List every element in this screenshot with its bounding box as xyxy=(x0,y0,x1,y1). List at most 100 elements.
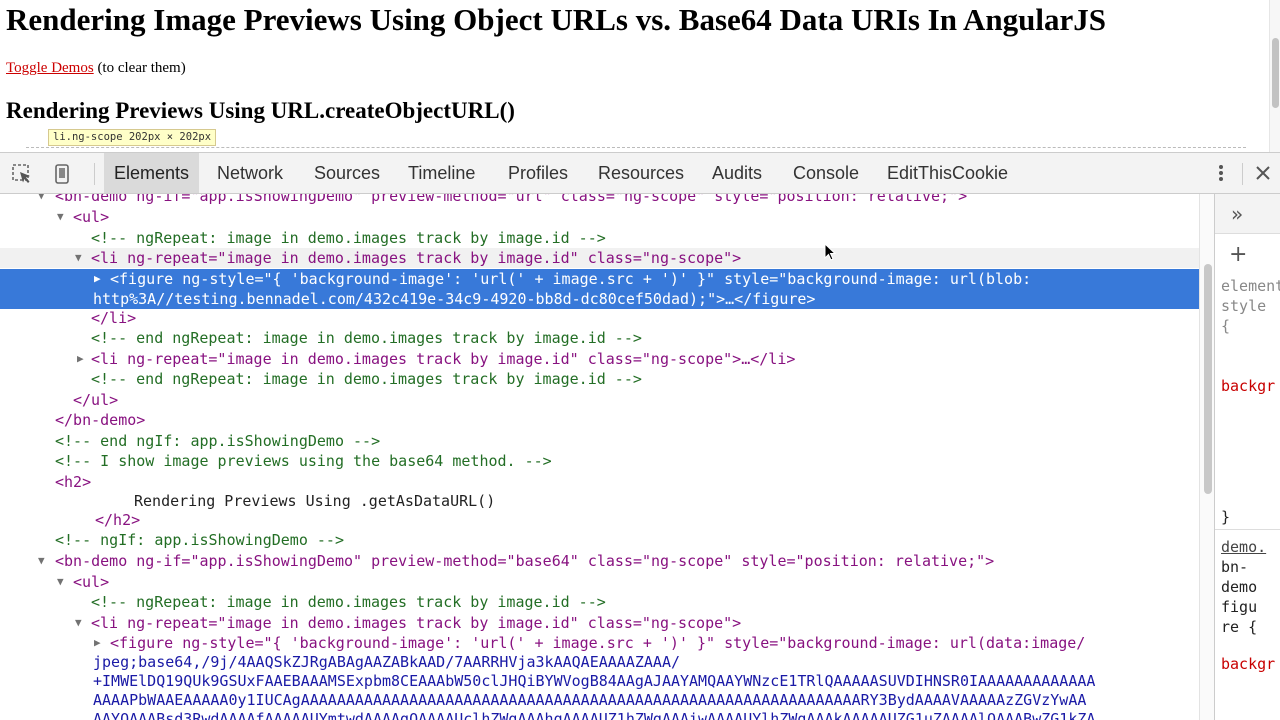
tab-console[interactable]: Console xyxy=(783,153,869,193)
tree-comment: <!-- ngIf: app.isShowingDemo --> xyxy=(55,531,344,549)
tree-attr-value: +IMWElDQ19QUk9GSUxFAAEBAAAMSExpbm8CEAAAb… xyxy=(93,672,1096,690)
tree-row[interactable]: ▼ <ul> xyxy=(0,572,1199,592)
tree-comment: <!-- ngRepeat: image in demo.images trac… xyxy=(91,229,606,247)
tree-node-text: http%3A//testing.bennadel.com/432c419e-3… xyxy=(93,290,816,308)
tree-node-text: <bn-demo ng-if="app.isShowingDemo" previ… xyxy=(55,194,968,205)
style-rule-source-link[interactable]: demo. xyxy=(1221,537,1266,557)
style-rule-selector: element. xyxy=(1221,277,1280,295)
collapse-triangle-icon[interactable]: ▼ xyxy=(38,194,45,206)
tree-row[interactable]: ▼ <bn-demo ng-if="app.isShowingDemo" pre… xyxy=(0,194,1199,206)
tab-resources[interactable]: Resources xyxy=(588,153,694,193)
tab-audits[interactable]: Audits xyxy=(702,153,772,193)
tree-row[interactable]: <!-- ngIf: app.isShowingDemo --> xyxy=(0,530,1199,550)
tree-row[interactable]: </ul> xyxy=(0,390,1199,410)
tree-row[interactable]: ▼ <bn-demo ng-if="app.isShowingDemo" pre… xyxy=(0,551,1199,571)
elements-tree: ▼ <bn-demo ng-if="app.isShowingDemo" pre… xyxy=(0,194,1199,720)
tree-node-text: <li ng-repeat="image in demo.images trac… xyxy=(91,249,742,267)
collapse-triangle-icon[interactable]: ▼ xyxy=(57,207,64,227)
collapse-triangle-icon[interactable]: ▼ xyxy=(75,613,82,633)
element-size-tooltip: li.ng-scope 202px × 202px xyxy=(48,129,217,146)
tree-comment: <!-- end ngRepeat: image in demo.images … xyxy=(91,370,642,388)
tree-row-selected[interactable]: ▶ <figure ng-style="{ 'background-image'… xyxy=(0,269,1199,289)
tree-attr-value: jpeg;base64,/9j/4AAQSkZJRgABAgAAZABkAAD/… xyxy=(93,653,680,671)
tab-profiles[interactable]: Profiles xyxy=(498,153,578,193)
style-property[interactable]: backgr xyxy=(1221,654,1275,674)
tree-comment: <!-- ngRepeat: image in demo.images trac… xyxy=(91,593,606,611)
tab-elements[interactable]: Elements xyxy=(104,153,200,193)
style-rule-selector: figu xyxy=(1221,598,1258,616)
style-rule-brace: { xyxy=(1221,317,1231,335)
collapse-triangle-icon[interactable]: ▼ xyxy=(57,572,64,592)
expand-triangle-icon[interactable]: ▶ xyxy=(94,269,101,289)
tree-node-text: <h2> xyxy=(55,473,92,491)
tree-node-text: <bn-demo ng-if="app.isShowingDemo" previ… xyxy=(55,552,995,570)
tree-row[interactable]: <!-- end ngIf: app.isShowingDemo --> xyxy=(0,431,1199,451)
tree-row-hovered[interactable]: ▼ <li ng-repeat="image in demo.images tr… xyxy=(0,248,1199,268)
tree-node-text: <figure ng-style="{ 'background-image': … xyxy=(110,634,1086,652)
tree-row[interactable]: </li> xyxy=(0,308,1199,328)
tree-node-text: <li ng-repeat="image in demo.images trac… xyxy=(91,614,742,632)
section-heading: Rendering Previews Using URL.createObjec… xyxy=(6,98,515,123)
tree-row[interactable]: <!-- end ngRepeat: image in demo.images … xyxy=(0,369,1199,389)
style-rule-selector: demo xyxy=(1221,578,1258,596)
style-rule-selector: re { xyxy=(1221,618,1258,636)
tree-row[interactable]: </h2> xyxy=(0,510,1199,530)
tree-row[interactable]: ▼ <li ng-repeat="image in demo.images tr… xyxy=(0,613,1199,633)
tree-row-selected-continued[interactable]: http%3A//testing.bennadel.com/432c419e-3… xyxy=(0,289,1199,309)
devtools-toolbar: Elements Network Sources Timeline Profil… xyxy=(0,152,1280,194)
close-icon[interactable] xyxy=(1254,164,1272,182)
style-rule-selector: bn- xyxy=(1221,558,1249,576)
device-mode-icon[interactable] xyxy=(51,163,73,185)
collapse-triangle-icon[interactable]: ▼ xyxy=(75,248,82,268)
style-property[interactable]: backgr xyxy=(1221,376,1275,396)
toolbar-separator-right xyxy=(1242,163,1243,185)
collapse-triangle-icon[interactable]: ▼ xyxy=(38,551,45,571)
new-style-rule-icon[interactable]: + xyxy=(1229,242,1247,267)
tree-node-text: <ul> xyxy=(73,573,110,591)
tree-row[interactable]: <!-- end ngRepeat: image in demo.images … xyxy=(0,328,1199,348)
page-scrollbar[interactable] xyxy=(1269,0,1280,152)
tree-row[interactable]: Rendering Previews Using .getAsDataURL() xyxy=(0,491,1199,511)
tree-comment: <!-- I show image previews using the bas… xyxy=(55,452,552,470)
inspect-element-icon[interactable] xyxy=(11,163,33,185)
tree-scrollbar[interactable] xyxy=(1199,194,1215,720)
tree-row-continued: AAYQAAABsd3RwdAAAAfAAAAAUYmtwdAAAAgQAAAA… xyxy=(0,709,1199,720)
tab-network[interactable]: Network xyxy=(207,153,293,193)
tree-row[interactable]: <h2> xyxy=(0,472,1199,492)
tree-attr-value: AAYQAAABsd3RwdAAAAfAAAAAUYmtwdAAAAgQAAAA… xyxy=(93,710,1096,720)
tab-timeline[interactable]: Timeline xyxy=(398,153,485,193)
tree-text-node: Rendering Previews Using .getAsDataURL() xyxy=(134,492,496,510)
tree-row[interactable]: ▼ <ul> xyxy=(0,207,1199,227)
tree-row[interactable]: <!-- ngRepeat: image in demo.images trac… xyxy=(0,228,1199,248)
tree-row[interactable]: </bn-demo> xyxy=(0,410,1199,430)
tab-editthiscookie[interactable]: EditThisCookie xyxy=(877,153,1018,193)
more-options-icon[interactable] xyxy=(1212,162,1230,184)
tree-row[interactable]: ▶ <figure ng-style="{ 'background-image'… xyxy=(0,633,1199,653)
expand-triangle-icon[interactable]: ▶ xyxy=(77,349,84,369)
tree-node-text: </li> xyxy=(91,309,137,327)
style-rule-brace: } xyxy=(1221,508,1231,526)
toggle-note: (to clear them) xyxy=(93,60,186,76)
expand-triangle-icon[interactable]: ▶ xyxy=(94,633,101,653)
tree-node-text: <figure ng-style="{ 'background-image': … xyxy=(110,270,1032,288)
toggle-demos-link[interactable]: Toggle Demos xyxy=(6,60,94,76)
tree-comment: <!-- end ngRepeat: image in demo.images … xyxy=(91,329,642,347)
tree-row[interactable]: <!-- I show image previews using the bas… xyxy=(0,451,1199,471)
page-scrollbar-thumb[interactable] xyxy=(1272,38,1279,108)
page-viewport: Rendering Image Previews Using Object UR… xyxy=(0,0,1280,152)
tree-row-continued: +IMWElDQ19QUk9GSUxFAAEBAAAMSExpbm8CEAAAb… xyxy=(0,671,1199,691)
tree-row[interactable]: <!-- ngRepeat: image in demo.images trac… xyxy=(0,592,1199,612)
styles-panel: » + element. style { backgr } demo. bn- … xyxy=(1215,194,1280,720)
tree-comment: <!-- end ngIf: app.isShowingDemo --> xyxy=(55,432,381,450)
tab-sources[interactable]: Sources xyxy=(304,153,390,193)
tree-node-text: <ul> xyxy=(73,208,110,226)
style-rule-selector: style xyxy=(1221,297,1267,315)
highlight-outline xyxy=(26,147,1246,148)
tree-row[interactable]: ▶ <li ng-repeat="image in demo.images tr… xyxy=(0,349,1199,369)
tree-row-continued: AAAAPbWAAEAAAAA0y1IUCAgAAAAAAAAAAAAAAAAA… xyxy=(0,690,1199,710)
tree-node-text: </h2> xyxy=(95,511,141,529)
tree-row-continued: jpeg;base64,/9j/4AAQSkZJRgABAgAAZABkAAD/… xyxy=(0,652,1199,672)
mouse-cursor-icon xyxy=(824,243,836,261)
chevron-right-icon[interactable]: » xyxy=(1231,202,1243,226)
tree-scrollbar-thumb[interactable] xyxy=(1204,264,1212,494)
